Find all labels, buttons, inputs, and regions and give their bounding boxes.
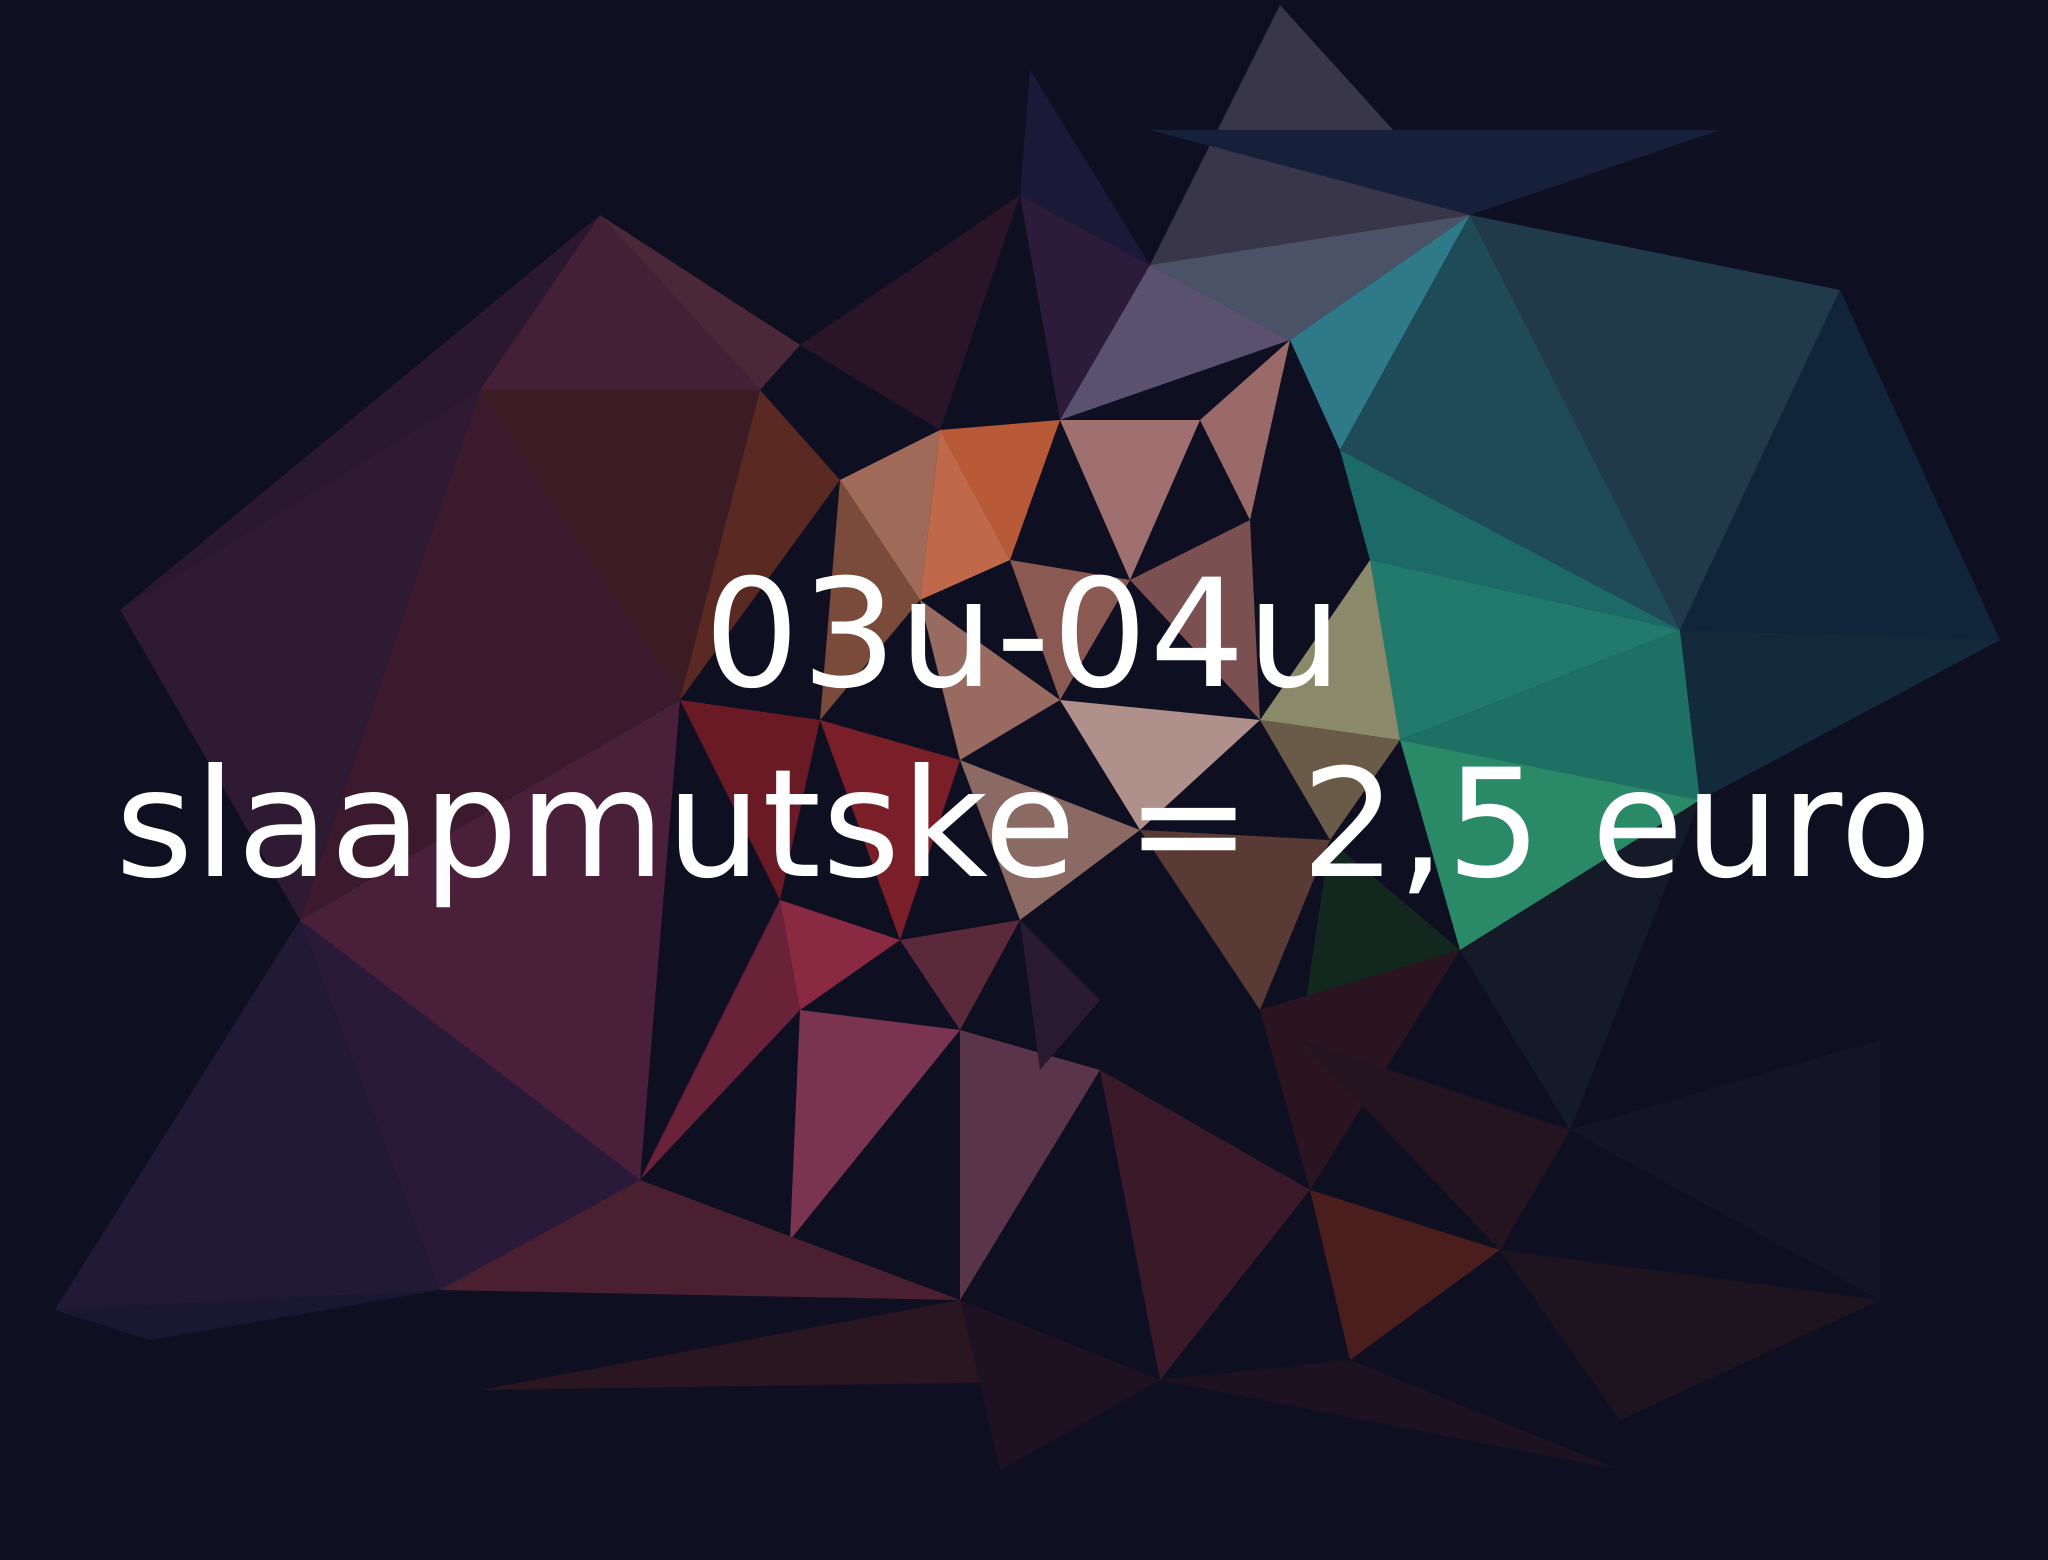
time-range-heading: 03u-04u	[703, 548, 1344, 722]
price-line: slaapmutske = 2,5 euro	[115, 738, 1933, 912]
poster: 03u-04u slaapmutske = 2,5 euro	[0, 0, 2048, 1560]
